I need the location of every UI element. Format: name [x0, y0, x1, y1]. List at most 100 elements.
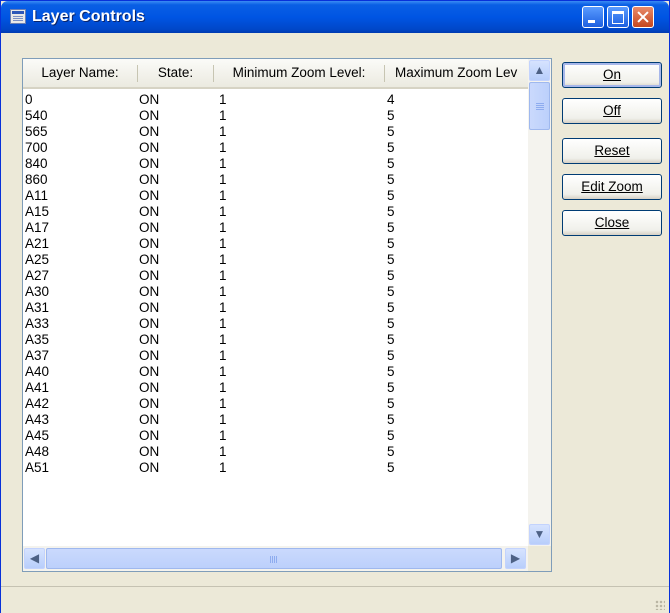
on-button[interactable]: On	[562, 62, 662, 88]
list-item[interactable]: A37 ON 1 5	[24, 348, 527, 364]
list-item[interactable]: A43 ON 1 5	[24, 412, 527, 428]
state-cell: ON	[139, 428, 160, 443]
min-zoom-cell: 1	[219, 140, 227, 155]
list-item[interactable]: 840 ON 1 5	[24, 156, 527, 172]
min-zoom-cell: 1	[219, 396, 227, 411]
list-header: Layer Name: State: Minimum Zoom Level: M…	[23, 59, 528, 89]
max-zoom-cell: 5	[387, 252, 395, 267]
state-cell: ON	[139, 204, 160, 219]
list-item[interactable]: 565 ON 1 5	[24, 124, 527, 140]
state-cell: ON	[139, 140, 160, 155]
app-icon	[10, 9, 26, 24]
list-item[interactable]: 700 ON 1 5	[24, 140, 527, 156]
min-zoom-cell: 1	[219, 300, 227, 315]
state-cell: ON	[139, 252, 160, 267]
state-cell: ON	[139, 460, 160, 475]
column-header-min-zoom[interactable]: Minimum Zoom Level:	[214, 59, 384, 87]
max-zoom-cell: 5	[387, 300, 395, 315]
min-zoom-cell: 1	[219, 236, 227, 251]
layer-list[interactable]: Layer Name: State: Minimum Zoom Level: M…	[22, 58, 552, 572]
list-item[interactable]: A17 ON 1 5	[24, 220, 527, 236]
list-item[interactable]: A45 ON 1 5	[24, 428, 527, 444]
horizontal-scrollbar[interactable]: ◀ ▶	[23, 546, 528, 571]
chevron-up-icon: ▲	[533, 63, 546, 77]
list-item[interactable]: A31 ON 1 5	[24, 300, 527, 316]
min-zoom-cell: 1	[219, 332, 227, 347]
list-item[interactable]: A25 ON 1 5	[24, 252, 527, 268]
list-item[interactable]: A42 ON 1 5	[24, 396, 527, 412]
max-zoom-cell: 5	[387, 316, 395, 331]
grip-line	[274, 556, 275, 563]
layer-name-cell: A41	[25, 380, 50, 395]
max-zoom-cell: 5	[387, 236, 395, 251]
chevron-right-icon: ▶	[510, 551, 521, 565]
min-zoom-cell: 1	[219, 380, 227, 395]
list-item[interactable]: A33 ON 1 5	[24, 316, 527, 332]
max-zoom-cell: 5	[387, 124, 395, 139]
min-zoom-cell: 1	[219, 460, 227, 475]
column-header-state[interactable]: State:	[138, 59, 213, 87]
edit-zoom-button[interactable]: Edit Zoom	[562, 174, 662, 200]
off-button[interactable]: Off	[562, 98, 662, 124]
max-zoom-cell: 5	[387, 204, 395, 219]
layer-name-cell: A31	[25, 300, 50, 315]
off-button-label: Off	[603, 103, 621, 118]
layer-name-cell: A27	[25, 268, 50, 283]
resize-grip-icon[interactable]	[655, 600, 665, 610]
close-window-button[interactable]	[632, 6, 654, 28]
layer-name-cell: 565	[25, 124, 48, 139]
title-bar[interactable]: Layer Controls	[1, 1, 669, 33]
scroll-right-button[interactable]: ▶	[505, 548, 526, 569]
list-item[interactable]: A48 ON 1 5	[24, 444, 527, 460]
state-cell: ON	[139, 348, 160, 363]
state-cell: ON	[139, 156, 160, 171]
horizontal-scroll-thumb[interactable]	[46, 548, 502, 569]
layer-name-cell: A45	[25, 428, 50, 443]
column-header-layer-name[interactable]: Layer Name:	[23, 59, 137, 87]
layer-name-cell: A33	[25, 316, 50, 331]
max-zoom-cell: 5	[387, 460, 395, 475]
vertical-scroll-thumb[interactable]	[529, 82, 550, 130]
list-item[interactable]: A11 ON 1 5	[24, 188, 527, 204]
window-title: Layer Controls	[32, 8, 145, 25]
state-cell: ON	[139, 364, 160, 379]
layer-name-cell: A21	[25, 236, 50, 251]
grip-line	[270, 556, 271, 563]
list-item[interactable]: A41 ON 1 5	[24, 380, 527, 396]
min-zoom-cell: 1	[219, 412, 227, 427]
list-item[interactable]: A30 ON 1 5	[24, 284, 527, 300]
state-cell: ON	[139, 284, 160, 299]
scroll-left-button[interactable]: ◀	[24, 548, 45, 569]
min-zoom-cell: 1	[219, 172, 227, 187]
column-header-max-zoom[interactable]: Maximum Zoom Lev	[385, 59, 528, 87]
list-item[interactable]: A15 ON 1 5	[24, 204, 527, 220]
list-item[interactable]: A51 ON 1 5	[24, 460, 527, 476]
min-zoom-cell: 1	[219, 444, 227, 459]
close-button[interactable]: Close	[562, 210, 662, 236]
scroll-up-button[interactable]: ▲	[529, 60, 550, 81]
list-item[interactable]: 540 ON 1 5	[24, 108, 527, 124]
list-item[interactable]: A35 ON 1 5	[24, 332, 527, 348]
layer-name-cell: A35	[25, 332, 50, 347]
list-item[interactable]: 860 ON 1 5	[24, 172, 527, 188]
state-cell: ON	[139, 220, 160, 235]
min-zoom-cell: 1	[219, 268, 227, 283]
vertical-scrollbar[interactable]: ▲ ▼	[528, 59, 551, 546]
minimize-button[interactable]	[582, 6, 604, 28]
list-item[interactable]: A27 ON 1 5	[24, 268, 527, 284]
list-item[interactable]: 0 ON 1 4	[24, 92, 527, 108]
max-zoom-cell: 5	[387, 156, 395, 171]
reset-button[interactable]: Reset	[562, 138, 662, 164]
state-cell: ON	[139, 124, 160, 139]
max-zoom-cell: 5	[387, 284, 395, 299]
maximize-button[interactable]	[607, 6, 629, 28]
layer-name-cell: A17	[25, 220, 50, 235]
layer-name-cell: 700	[25, 140, 48, 155]
layer-name-cell: A37	[25, 348, 50, 363]
list-item[interactable]: A21 ON 1 5	[24, 236, 527, 252]
state-cell: ON	[139, 172, 160, 187]
layer-name-cell: A48	[25, 444, 50, 459]
list-item[interactable]: A40 ON 1 5	[24, 364, 527, 380]
scroll-down-button[interactable]: ▼	[529, 524, 550, 545]
min-zoom-cell: 1	[219, 108, 227, 123]
